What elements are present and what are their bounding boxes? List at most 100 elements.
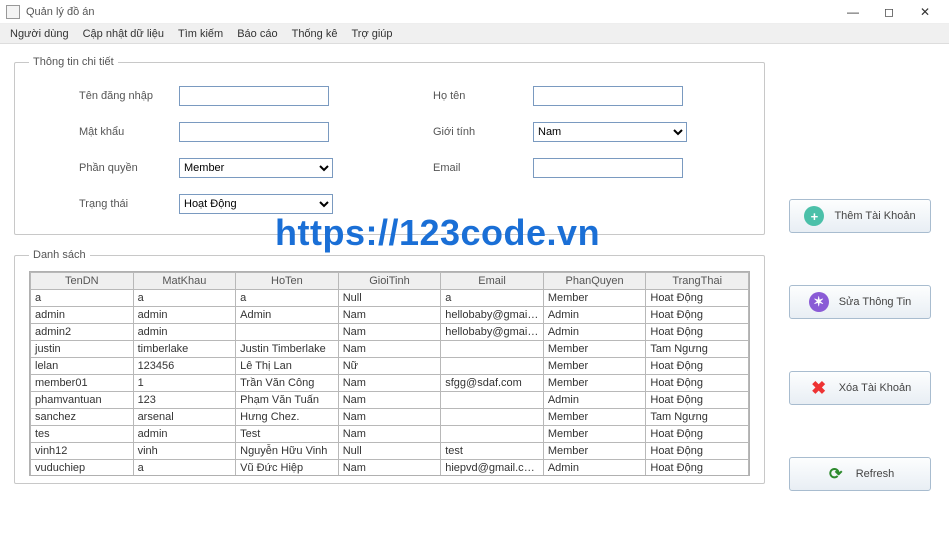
table-cell[interactable]: justin bbox=[31, 341, 134, 358]
menu-help[interactable]: Trợ giúp bbox=[345, 26, 398, 42]
table-cell[interactable]: Hoat Động bbox=[646, 307, 749, 324]
table-cell[interactable]: Admin bbox=[543, 392, 646, 409]
table-row[interactable]: lelan123456Lê Thị LanNữMemberHoat Động bbox=[31, 358, 749, 375]
table-row[interactable]: phamvantuan123Phạm Văn TuấnNam AdminHoat … bbox=[31, 392, 749, 409]
input-fullname[interactable] bbox=[533, 86, 683, 106]
table-row[interactable]: member011Trần Văn CôngNamsfgg@sdaf.comMe… bbox=[31, 375, 749, 392]
menu-users[interactable]: Người dùng bbox=[4, 26, 75, 42]
table-cell[interactable] bbox=[441, 358, 544, 375]
menu-search[interactable]: Tìm kiếm bbox=[172, 26, 229, 42]
table-cell[interactable]: Member bbox=[543, 375, 646, 392]
minimize-button[interactable]: — bbox=[835, 2, 871, 22]
table-cell[interactable]: Member bbox=[543, 443, 646, 460]
table-cell[interactable]: Vũ Đức Hiệp bbox=[236, 460, 339, 477]
menu-update-data[interactable]: Cập nhật dữ liệu bbox=[77, 26, 170, 42]
table-cell[interactable]: 1 bbox=[133, 375, 236, 392]
table-cell[interactable] bbox=[441, 392, 544, 409]
table-cell[interactable]: Nam bbox=[338, 324, 441, 341]
table-cell[interactable]: Hoat Động bbox=[646, 460, 749, 477]
table-cell[interactable]: Nam bbox=[338, 460, 441, 477]
add-account-button[interactable]: + Thêm Tài Khoản bbox=[789, 199, 931, 233]
table-cell[interactable]: admin bbox=[31, 307, 134, 324]
menu-report[interactable]: Báo cáo bbox=[231, 26, 283, 42]
table-cell[interactable]: Hưng Chez. bbox=[236, 409, 339, 426]
input-password[interactable] bbox=[179, 122, 329, 142]
col-phanquyen[interactable]: PhanQuyen bbox=[543, 273, 646, 290]
table-cell[interactable]: hellobaby@gmail.com bbox=[441, 324, 544, 341]
table-row[interactable]: aaaNullaMemberHoat Động bbox=[31, 290, 749, 307]
table-cell[interactable]: sanchez bbox=[31, 409, 134, 426]
delete-account-button[interactable]: ✖ Xóa Tài Khoản bbox=[789, 371, 931, 405]
table-cell[interactable]: a bbox=[441, 290, 544, 307]
table-cell[interactable]: a bbox=[133, 460, 236, 477]
table-cell[interactable]: Nam bbox=[338, 392, 441, 409]
table-row[interactable]: sanchezarsenalHưng Chez.NamMemberTam Ngư… bbox=[31, 409, 749, 426]
table-cell[interactable]: sfgg@sdaf.com bbox=[441, 375, 544, 392]
table-cell[interactable]: Hoat Động bbox=[646, 426, 749, 443]
table-row[interactable]: vinh12vinhNguyễn Hữu VinhNulltestMemberH… bbox=[31, 443, 749, 460]
table-cell[interactable]: 123456 bbox=[133, 358, 236, 375]
table-cell[interactable]: Hoat Động bbox=[646, 443, 749, 460]
table-cell[interactable]: Null bbox=[338, 290, 441, 307]
table-cell[interactable]: Hoat Động bbox=[646, 392, 749, 409]
table-cell[interactable]: hiepvd@gmail.com bbox=[441, 460, 544, 477]
col-matkhau[interactable]: MatKhau bbox=[133, 273, 236, 290]
col-trangthai[interactable]: TrangThai bbox=[646, 273, 749, 290]
close-button[interactable]: ✕ bbox=[907, 2, 943, 22]
select-gender[interactable]: Nam bbox=[533, 122, 687, 142]
input-username[interactable] bbox=[179, 86, 329, 106]
col-tendn[interactable]: TenDN bbox=[31, 273, 134, 290]
table-cell[interactable]: Member bbox=[543, 426, 646, 443]
table-scroll[interactable]: TenDN MatKhau HoTen GioiTinh Email PhanQ… bbox=[29, 271, 750, 476]
maximize-button[interactable]: ◻ bbox=[871, 2, 907, 22]
table-cell[interactable]: Hoat Động bbox=[646, 324, 749, 341]
table-cell[interactable]: Nam bbox=[338, 341, 441, 358]
table-cell[interactable]: Member bbox=[543, 341, 646, 358]
menu-statistics[interactable]: Thống kê bbox=[286, 26, 344, 42]
table-cell[interactable]: member01 bbox=[31, 375, 134, 392]
table-cell[interactable]: a bbox=[133, 290, 236, 307]
table-cell[interactable]: Hoat Động bbox=[646, 358, 749, 375]
table-row[interactable]: tesadminTestNamMemberHoat Động bbox=[31, 426, 749, 443]
table-cell[interactable]: Tam Ngưng bbox=[646, 409, 749, 426]
table-row[interactable]: vuduchiepaVũ Đức HiệpNamhiepvd@gmail.com… bbox=[31, 460, 749, 477]
table-cell[interactable]: Lê Thị Lan bbox=[236, 358, 339, 375]
select-status[interactable]: Hoạt Động bbox=[179, 194, 333, 214]
table-cell[interactable]: hellobaby@gmail.com bbox=[441, 307, 544, 324]
col-hoten[interactable]: HoTen bbox=[236, 273, 339, 290]
table-cell[interactable]: Tam Ngưng bbox=[646, 341, 749, 358]
table-cell[interactable]: 123 bbox=[133, 392, 236, 409]
refresh-button[interactable]: ⟳ Refresh bbox=[789, 457, 931, 491]
table-cell[interactable]: Justin Timberlake bbox=[236, 341, 339, 358]
table-cell[interactable]: admin bbox=[133, 307, 236, 324]
table-row[interactable]: admin2adminNamhellobaby@gmail.comAdminHo… bbox=[31, 324, 749, 341]
table-cell[interactable]: Admin bbox=[543, 324, 646, 341]
table-cell[interactable]: a bbox=[236, 290, 339, 307]
table-row[interactable]: adminadminAdminNamhellobaby@gmail.comAdm… bbox=[31, 307, 749, 324]
table-cell[interactable]: Nam bbox=[338, 375, 441, 392]
table-cell[interactable]: Trần Văn Công bbox=[236, 375, 339, 392]
table-cell[interactable]: Admin bbox=[543, 307, 646, 324]
table-cell[interactable] bbox=[441, 409, 544, 426]
table-cell[interactable]: Nữ bbox=[338, 358, 441, 375]
table-cell[interactable]: phamvantuan bbox=[31, 392, 134, 409]
table-cell[interactable]: Hoat Động bbox=[646, 375, 749, 392]
col-email[interactable]: Email bbox=[441, 273, 544, 290]
table-cell[interactable]: vinh12 bbox=[31, 443, 134, 460]
table-cell[interactable]: lelan bbox=[31, 358, 134, 375]
table-cell[interactable]: vuduchiep bbox=[31, 460, 134, 477]
table-cell[interactable]: Admin bbox=[236, 307, 339, 324]
table-cell[interactable]: admin bbox=[133, 324, 236, 341]
table-cell[interactable]: Test bbox=[236, 426, 339, 443]
select-role[interactable]: Member bbox=[179, 158, 333, 178]
table-cell[interactable]: Admin bbox=[543, 460, 646, 477]
table-cell[interactable] bbox=[441, 341, 544, 358]
input-email[interactable] bbox=[533, 158, 683, 178]
table-cell[interactable]: Phạm Văn Tuấn bbox=[236, 392, 339, 409]
table-cell[interactable]: Null bbox=[338, 443, 441, 460]
col-gioitinh[interactable]: GioiTinh bbox=[338, 273, 441, 290]
table-cell[interactable]: Member bbox=[543, 409, 646, 426]
table-cell[interactable]: Hoat Động bbox=[646, 290, 749, 307]
table-cell[interactable]: Nam bbox=[338, 307, 441, 324]
table-cell[interactable]: timberlake bbox=[133, 341, 236, 358]
